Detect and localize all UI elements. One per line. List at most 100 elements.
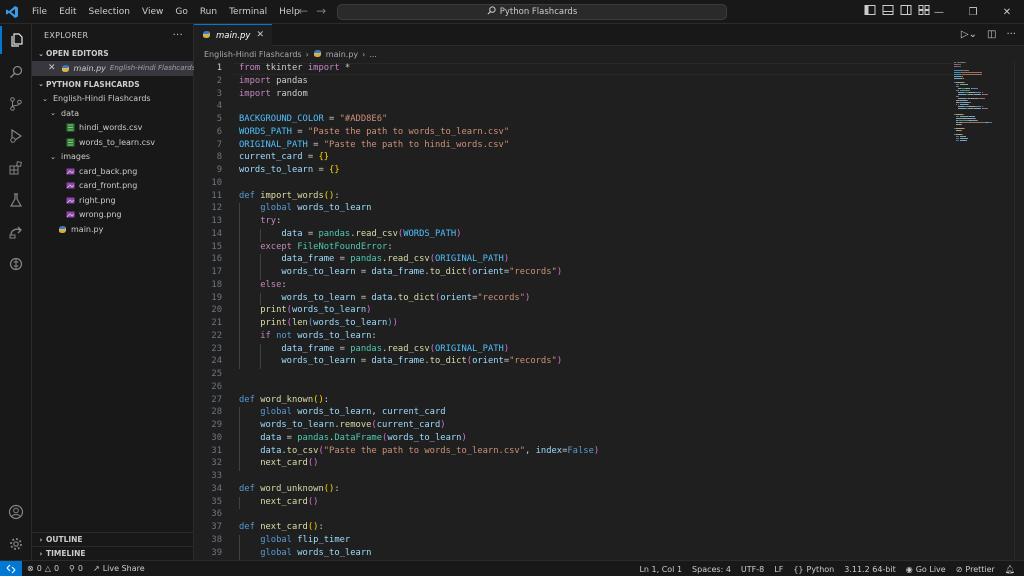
code-line[interactable]: import pandas [239,76,308,86]
code-line[interactable]: BACKGROUND_COLOR = "#ADD8E6" [239,114,387,124]
problems-indicator[interactable]: ⊗ 0 △ 0 [22,564,64,573]
menu-terminal[interactable]: Terminal [223,0,273,24]
toggle-primary-sidebar-icon[interactable] [864,4,876,16]
code-line[interactable]: words_to_learn = data_frame.to_dict(orie… [239,356,562,366]
tree-file[interactable]: hindi_words.csv [32,121,193,136]
code-line[interactable]: global words_to_learn [239,203,371,213]
code-line[interactable]: WORDS_PATH = "Paste the path to words_to… [239,127,509,137]
command-center-search[interactable]: Python Flashcards [337,4,727,20]
python-interpreter[interactable]: 3.11.2 64-bit [839,565,901,574]
code-line[interactable]: print(len(words_to_learn)) [239,318,398,328]
github-icon[interactable] [0,250,32,278]
remote-indicator-icon[interactable] [0,560,22,576]
forward-arrow-icon[interactable]: → [316,4,326,18]
close-window-icon[interactable]: ✕ [990,0,1024,24]
search-sidebar-icon[interactable] [0,58,32,86]
end-of-line[interactable]: LF [769,565,788,574]
code-line[interactable]: data = pandas.DataFrame(words_to_learn) [239,433,467,443]
tree-folder[interactable]: ⌄ data [32,106,193,121]
toggle-panel-icon[interactable] [882,4,894,16]
ports-indicator[interactable]: ⚲ 0 [64,564,88,573]
code-line[interactable]: next_card() [239,497,318,507]
code-line[interactable]: except FileNotFoundError: [239,242,392,252]
open-editor-main-py[interactable]: ✕ main.py English-Hindi Flashcards [32,61,195,76]
code-line[interactable]: ORIGINAL_PATH = "Paste the path to hindi… [239,140,509,150]
code-line[interactable]: current_card = {} [239,152,329,162]
code-line[interactable]: def import_words(): [239,191,340,201]
code-line[interactable]: words_to_learn = data.to_dict(orient="re… [239,293,530,303]
code-line[interactable]: words_to_learn.remove(current_card) [239,420,445,430]
code-line[interactable]: import random [239,89,308,99]
breadcrumb-symbol[interactable]: ... [369,50,377,59]
close-editor-icon[interactable]: ✕ [48,63,56,73]
code-line[interactable]: from tkinter import * [239,63,350,73]
remote-explorer-icon[interactable] [0,218,32,246]
encoding[interactable]: UTF-8 [736,565,769,574]
outline-section[interactable]: › OUTLINE [32,532,194,546]
explorer-icon[interactable] [0,26,32,54]
tree-file[interactable]: right.png [32,193,193,208]
code-line[interactable]: try: [239,216,281,226]
live-share-button[interactable]: ↗ Live Share [88,564,150,573]
notifications-bell-icon[interactable]: 🔔︎ [1000,565,1020,574]
prettier-button[interactable]: ⊘ Prettier [951,565,1000,574]
code-line[interactable]: def word_unknown(): [239,484,340,494]
extensions-icon[interactable] [0,154,32,182]
more-actions-icon[interactable]: ··· [173,30,183,41]
source-control-icon[interactable] [0,90,32,118]
code-line[interactable]: data_frame = pandas.read_csv(ORIGINAL_PA… [239,344,509,354]
code-line[interactable]: if not words_to_learn: [239,331,377,341]
code-line[interactable]: data.to_csv("Paste the path to words_to_… [239,446,599,456]
open-editors-section[interactable]: ⌄ OPEN EDITORS [32,46,193,61]
tree-file[interactable]: main.py [32,222,193,237]
tree-file[interactable]: wrong.png [32,208,193,223]
code-line[interactable]: def next_card(): [239,522,324,532]
minimize-icon[interactable]: — [922,0,956,24]
cursor-position[interactable]: Ln 1, Col 1 [634,565,687,574]
vertical-scrollbar[interactable] [1014,62,1024,560]
back-arrow-icon[interactable]: ← [298,4,308,18]
breadcrumb-folder[interactable]: English-Hindi Flashcards [204,50,302,59]
tree-file[interactable]: card_back.png [32,164,193,179]
go-live-button[interactable]: ◉ Go Live [901,565,951,574]
close-tab-icon[interactable]: ✕ [256,30,264,40]
breadcrumb-file[interactable]: main.py [326,50,358,59]
minimap[interactable] [954,62,1014,560]
more-actions-icon[interactable]: ··· [1006,29,1016,40]
code-line[interactable]: words_to_learn = {} [239,165,340,175]
code-line[interactable]: global words_to_learn, current_card [239,407,445,417]
tree-file[interactable]: card_front.png [32,179,193,194]
menu-selection[interactable]: Selection [83,0,136,24]
code-line[interactable]: next_card() [239,458,318,468]
menu-edit[interactable]: Edit [53,0,82,24]
run-python-file-icon[interactable]: ▷⌄ [961,29,977,40]
code-line[interactable]: global words_to_learn [239,548,371,558]
code-editor[interactable]: 1 from tkinter import * 2 import pandas 3 imp… [194,62,954,560]
code-line[interactable]: global flip_timer [239,535,350,545]
split-editor-icon[interactable]: ◫ [987,29,996,40]
restore-icon[interactable]: ❐ [956,0,990,24]
timeline-section[interactable]: › TIMELINE [32,546,194,560]
code-line[interactable]: def word_known(): [239,395,329,405]
code-line[interactable]: print(words_to_learn) [239,305,371,315]
language-mode[interactable]: {} Python [788,565,839,574]
menu-go[interactable]: Go [169,0,193,24]
run-debug-icon[interactable] [0,122,32,150]
menu-run[interactable]: Run [194,0,223,24]
indentation[interactable]: Spaces: 4 [687,565,736,574]
testing-icon[interactable] [0,186,32,214]
account-icon[interactable] [0,498,32,526]
tree-folder[interactable]: ⌄ English-Hindi Flashcards [32,92,193,107]
tree-file[interactable]: words_to_learn.csv [32,135,193,150]
tab-main-py[interactable]: main.py ✕ [194,24,272,46]
menu-file[interactable]: File [26,0,53,24]
tree-folder[interactable]: ⌄ images [32,150,193,165]
settings-gear-icon[interactable] [0,530,32,558]
menu-view[interactable]: View [136,0,169,24]
code-line[interactable]: data_frame = pandas.read_csv(ORIGINAL_PA… [239,254,509,264]
code-line[interactable]: else: [239,280,286,290]
code-line[interactable]: words_to_learn = data_frame.to_dict(orie… [239,267,562,277]
toggle-secondary-sidebar-icon[interactable] [900,4,912,16]
code-line[interactable]: data = pandas.read_csv(WORDS_PATH) [239,229,461,239]
project-section[interactable]: ⌄ PYTHON FLASHCARDS [32,77,193,92]
